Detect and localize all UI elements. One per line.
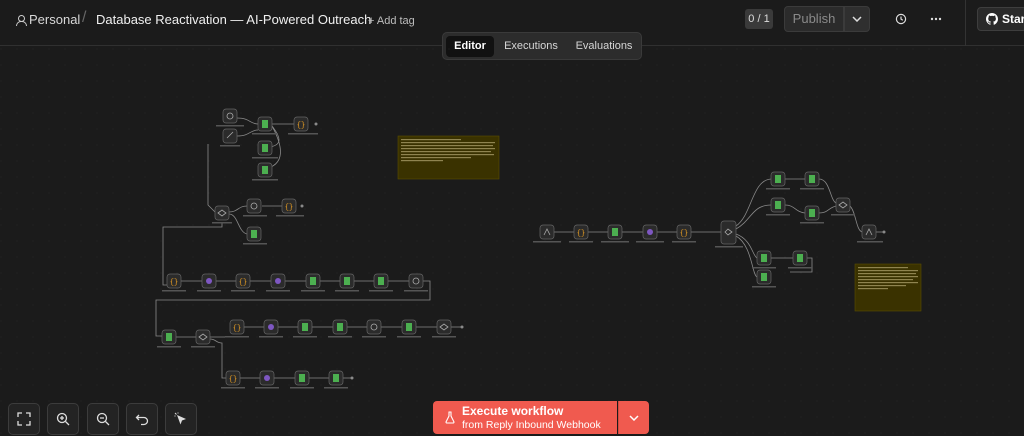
svg-text:{}: {} [577, 230, 585, 238]
zoom-in-button[interactable] [47, 403, 79, 435]
breadcrumb-separator: / [82, 9, 87, 26]
svg-text:{}: {} [680, 230, 688, 238]
svg-text:{}: {} [297, 122, 305, 130]
github-icon [986, 13, 998, 25]
project-name[interactable]: Personal [29, 12, 80, 28]
star-label: Star [1002, 12, 1024, 26]
chevron-down-icon [852, 16, 862, 22]
execute-trigger-label: from Reply Inbound Webhook [462, 419, 601, 431]
execute-workflow-button[interactable]: Execute workflow from Reply Inbound Webh… [433, 401, 617, 434]
svg-text:{}: {} [170, 279, 178, 287]
breadcrumb-project[interactable]: Personal [16, 12, 80, 28]
tidy-up-button[interactable] [165, 403, 197, 435]
tidy-up-icon [174, 412, 186, 425]
execute-workflow-label: Execute workflow [462, 404, 564, 418]
chevron-down-icon [629, 414, 639, 421]
more-options-button[interactable] [925, 8, 947, 30]
svg-text:{}: {} [233, 325, 241, 333]
more-horizontal-icon [930, 17, 942, 21]
zoom-in-icon [56, 412, 70, 426]
svg-text:{}: {} [239, 279, 247, 287]
publish-dropdown-button[interactable] [844, 6, 870, 32]
person-icon [16, 15, 27, 26]
svg-text:{}: {} [285, 204, 293, 212]
svg-text:{}: {} [229, 376, 237, 384]
history-button[interactable] [890, 8, 912, 30]
execute-trigger-dropdown[interactable] [618, 401, 649, 434]
flask-icon [445, 411, 455, 424]
workflow-canvas[interactable]: {} {} {} {} {} {} {} {} [0, 46, 1024, 436]
publish-button[interactable]: Publish [784, 6, 844, 32]
add-tag-button[interactable]: + Add tag [368, 13, 415, 29]
version-counter: 0 / 1 [745, 9, 773, 29]
undo-icon [135, 414, 149, 426]
fit-view-icon [17, 412, 31, 426]
history-icon [895, 13, 907, 25]
undo-button[interactable] [126, 403, 158, 435]
fit-view-button[interactable] [8, 403, 40, 435]
zoom-out-icon [96, 412, 110, 426]
zoom-out-button[interactable] [87, 403, 119, 435]
header-divider [965, 0, 966, 46]
github-star-button[interactable]: Star [977, 7, 1024, 31]
workflow-name[interactable]: Database Reactivation — AI-Powered Outre… [96, 12, 371, 28]
